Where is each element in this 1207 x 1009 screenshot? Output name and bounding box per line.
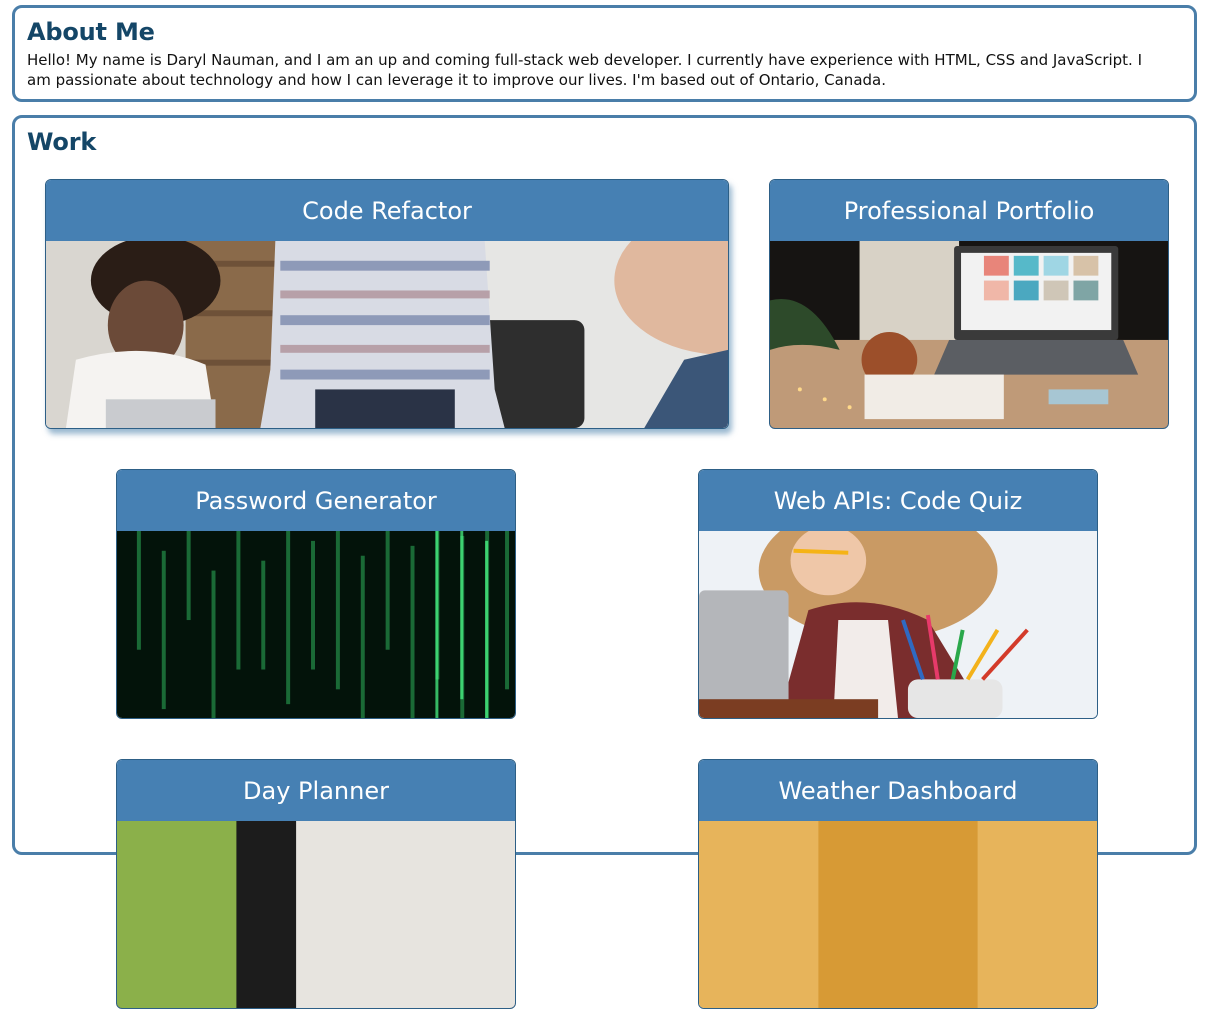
office-meeting-photo[interactable]	[46, 241, 728, 428]
about-me-heading: About Me	[27, 18, 155, 46]
project-title[interactable]: Code Refactor	[46, 180, 728, 241]
work-section: Work Code Refactor Professional Portfoli…	[12, 115, 1197, 1009]
about-me-text: Hello! My name is Daryl Nauman, and I am…	[27, 51, 1143, 89]
project-title[interactable]: Professional Portfolio	[770, 180, 1168, 241]
project-card-professional-portfolio[interactable]: Professional Portfolio	[769, 179, 1169, 429]
project-card-code-refactor[interactable]: Code Refactor	[45, 179, 729, 429]
project-title[interactable]: Password Generator	[117, 470, 515, 531]
project-card-weather-dashboard[interactable]: Weather Dashboard	[698, 759, 1098, 1009]
laptop-desk-photo[interactable]	[770, 241, 1168, 428]
work-heading: Work	[27, 128, 97, 156]
project-title[interactable]: Web APIs: Code Quiz	[699, 470, 1097, 531]
project-card-day-planner[interactable]: Day Planner	[116, 759, 516, 1009]
project-title[interactable]: Day Planner	[117, 760, 515, 821]
green-code-matrix-photo[interactable]	[117, 531, 515, 718]
student-with-pencil-photo[interactable]	[699, 531, 1097, 718]
project-card-web-apis-code-quiz[interactable]: Web APIs: Code Quiz	[698, 469, 1098, 719]
project-title[interactable]: Weather Dashboard	[699, 760, 1097, 821]
planner-photo[interactable]	[117, 821, 515, 1008]
weather-photo[interactable]	[699, 821, 1097, 1008]
about-me-section: About Me Hello! My name is Daryl Nauman,…	[12, 5, 1197, 102]
project-card-password-generator[interactable]: Password Generator	[116, 469, 516, 719]
